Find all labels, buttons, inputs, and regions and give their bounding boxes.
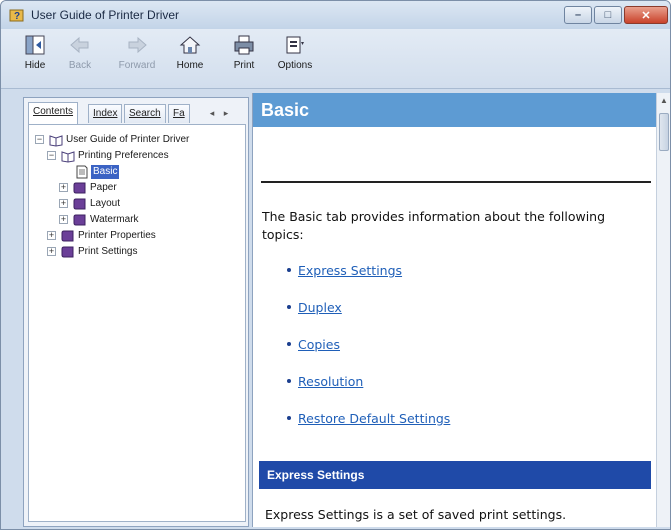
- closed-book-icon: [61, 230, 74, 242]
- expand-icon[interactable]: +: [47, 231, 56, 240]
- tree-item-printing-preferences[interactable]: − Printing Preferences: [47, 149, 237, 163]
- closed-book-icon: [61, 246, 74, 258]
- page-icon: [76, 165, 88, 179]
- window-title: User Guide of Printer Driver: [31, 8, 180, 22]
- home-button[interactable]: Home: [171, 33, 209, 85]
- options-icon: [286, 36, 304, 54]
- tree-item-paper[interactable]: + Paper: [59, 181, 179, 195]
- forward-arrow-icon: [128, 36, 147, 54]
- hide-label: Hide: [24, 60, 46, 71]
- home-icon: [179, 36, 201, 54]
- hide-button[interactable]: Hide: [15, 33, 55, 85]
- expand-icon[interactable]: +: [59, 199, 68, 208]
- collapse-icon[interactable]: −: [35, 135, 44, 144]
- bullet-icon: [287, 342, 291, 346]
- minimize-icon: –: [574, 9, 582, 21]
- tree-item-printer-properties[interactable]: + Printer Properties: [47, 229, 227, 243]
- close-button[interactable]: ✕: [624, 6, 668, 24]
- tree-item-user-guide[interactable]: − User Guide of Printer Driver: [35, 133, 235, 147]
- tree-item-label: Basic: [91, 165, 120, 179]
- closed-book-icon: [73, 182, 86, 194]
- navigation-pane: Contents Index Search Fa ◂ ▸ − User Guid…: [23, 97, 249, 527]
- tab-scroll-left-icon[interactable]: ◂: [206, 105, 218, 121]
- bullet-icon: [287, 305, 291, 309]
- back-arrow-icon: [70, 36, 89, 54]
- closed-book-icon: [73, 214, 86, 226]
- tree-item-watermark[interactable]: + Watermark: [59, 213, 189, 227]
- forward-button[interactable]: Forward: [113, 33, 161, 85]
- link-copies[interactable]: Copies: [298, 337, 340, 352]
- contents-tree: − User Guide of Printer Driver − Printin…: [28, 124, 246, 522]
- link-resolution[interactable]: Resolution: [298, 374, 363, 389]
- home-label: Home: [176, 60, 204, 71]
- tab-search[interactable]: Search: [124, 104, 166, 123]
- printer-icon: [234, 35, 254, 55]
- section-text: Express Settings is a set of saved print…: [265, 507, 567, 522]
- svg-text:?: ?: [14, 11, 20, 22]
- hide-icon: [25, 35, 45, 55]
- vertical-scrollbar[interactable]: ▲: [656, 93, 670, 527]
- nav-tabs: Contents Index Search Fa ◂ ▸: [28, 102, 246, 124]
- bullet-icon: [287, 268, 291, 272]
- tree-item-print-settings[interactable]: + Print Settings: [47, 245, 227, 259]
- open-book-icon: [49, 135, 63, 147]
- tree-item-label: Printer Properties: [78, 230, 156, 241]
- tree-item-layout[interactable]: + Layout: [59, 197, 179, 211]
- back-button[interactable]: Back: [61, 33, 99, 85]
- divider: [261, 181, 651, 183]
- content-pane: Basic The Basic tab provides information…: [252, 93, 656, 527]
- minimize-button[interactable]: –: [564, 6, 592, 24]
- toolbar: Hide Back Forward Home Print Options: [1, 29, 670, 89]
- bullet-icon: [287, 379, 291, 383]
- link-duplex[interactable]: Duplex: [298, 300, 342, 315]
- intro-text: The Basic tab provides information about…: [262, 209, 606, 242]
- scroll-up-icon[interactable]: ▲: [658, 94, 670, 108]
- expand-icon[interactable]: +: [59, 215, 68, 224]
- tab-index[interactable]: Index: [88, 104, 123, 123]
- page-header: Basic: [253, 93, 656, 127]
- print-button[interactable]: Print: [227, 33, 261, 85]
- back-label: Back: [68, 60, 92, 71]
- help-book-icon: ?: [9, 9, 24, 22]
- title-bar[interactable]: ? User Guide of Printer Driver – □ ✕: [1, 1, 670, 29]
- expand-icon[interactable]: +: [47, 247, 56, 256]
- tree-item-label: Layout: [90, 198, 121, 209]
- link-restore-default-settings[interactable]: Restore Default Settings: [298, 411, 450, 426]
- tree-item-label: Print Settings: [78, 246, 138, 257]
- open-book-icon: [61, 151, 75, 163]
- link-express-settings[interactable]: Express Settings: [298, 263, 402, 278]
- forward-label: Forward: [118, 60, 156, 71]
- bullet-icon: [287, 416, 291, 420]
- maximize-icon: □: [604, 9, 612, 21]
- help-window: ? User Guide of Printer Driver – □ ✕ Hid…: [0, 0, 671, 530]
- collapse-icon[interactable]: −: [47, 151, 56, 160]
- tree-item-label: Watermark: [90, 214, 139, 225]
- closed-book-icon: [73, 198, 86, 210]
- page-title: Basic: [261, 100, 310, 120]
- options-label: Options: [277, 60, 313, 71]
- options-button[interactable]: Options: [273, 33, 317, 85]
- tree-item-basic[interactable]: Basic: [75, 165, 175, 179]
- tab-favorites[interactable]: Fa: [168, 104, 190, 123]
- tree-item-label: User Guide of Printer Driver: [66, 134, 190, 145]
- print-label: Print: [233, 60, 255, 71]
- section-header: Express Settings: [259, 461, 651, 489]
- tab-scroll-right-icon[interactable]: ▸: [220, 105, 232, 121]
- scroll-thumb[interactable]: [659, 113, 669, 151]
- tab-contents[interactable]: Contents: [28, 102, 79, 124]
- section-title: Express Settings: [267, 468, 365, 482]
- tree-item-label: Printing Preferences: [78, 150, 169, 161]
- maximize-button[interactable]: □: [594, 6, 622, 24]
- expand-icon[interactable]: +: [59, 183, 68, 192]
- tree-item-label: Paper: [90, 182, 117, 193]
- close-icon: ✕: [641, 9, 651, 22]
